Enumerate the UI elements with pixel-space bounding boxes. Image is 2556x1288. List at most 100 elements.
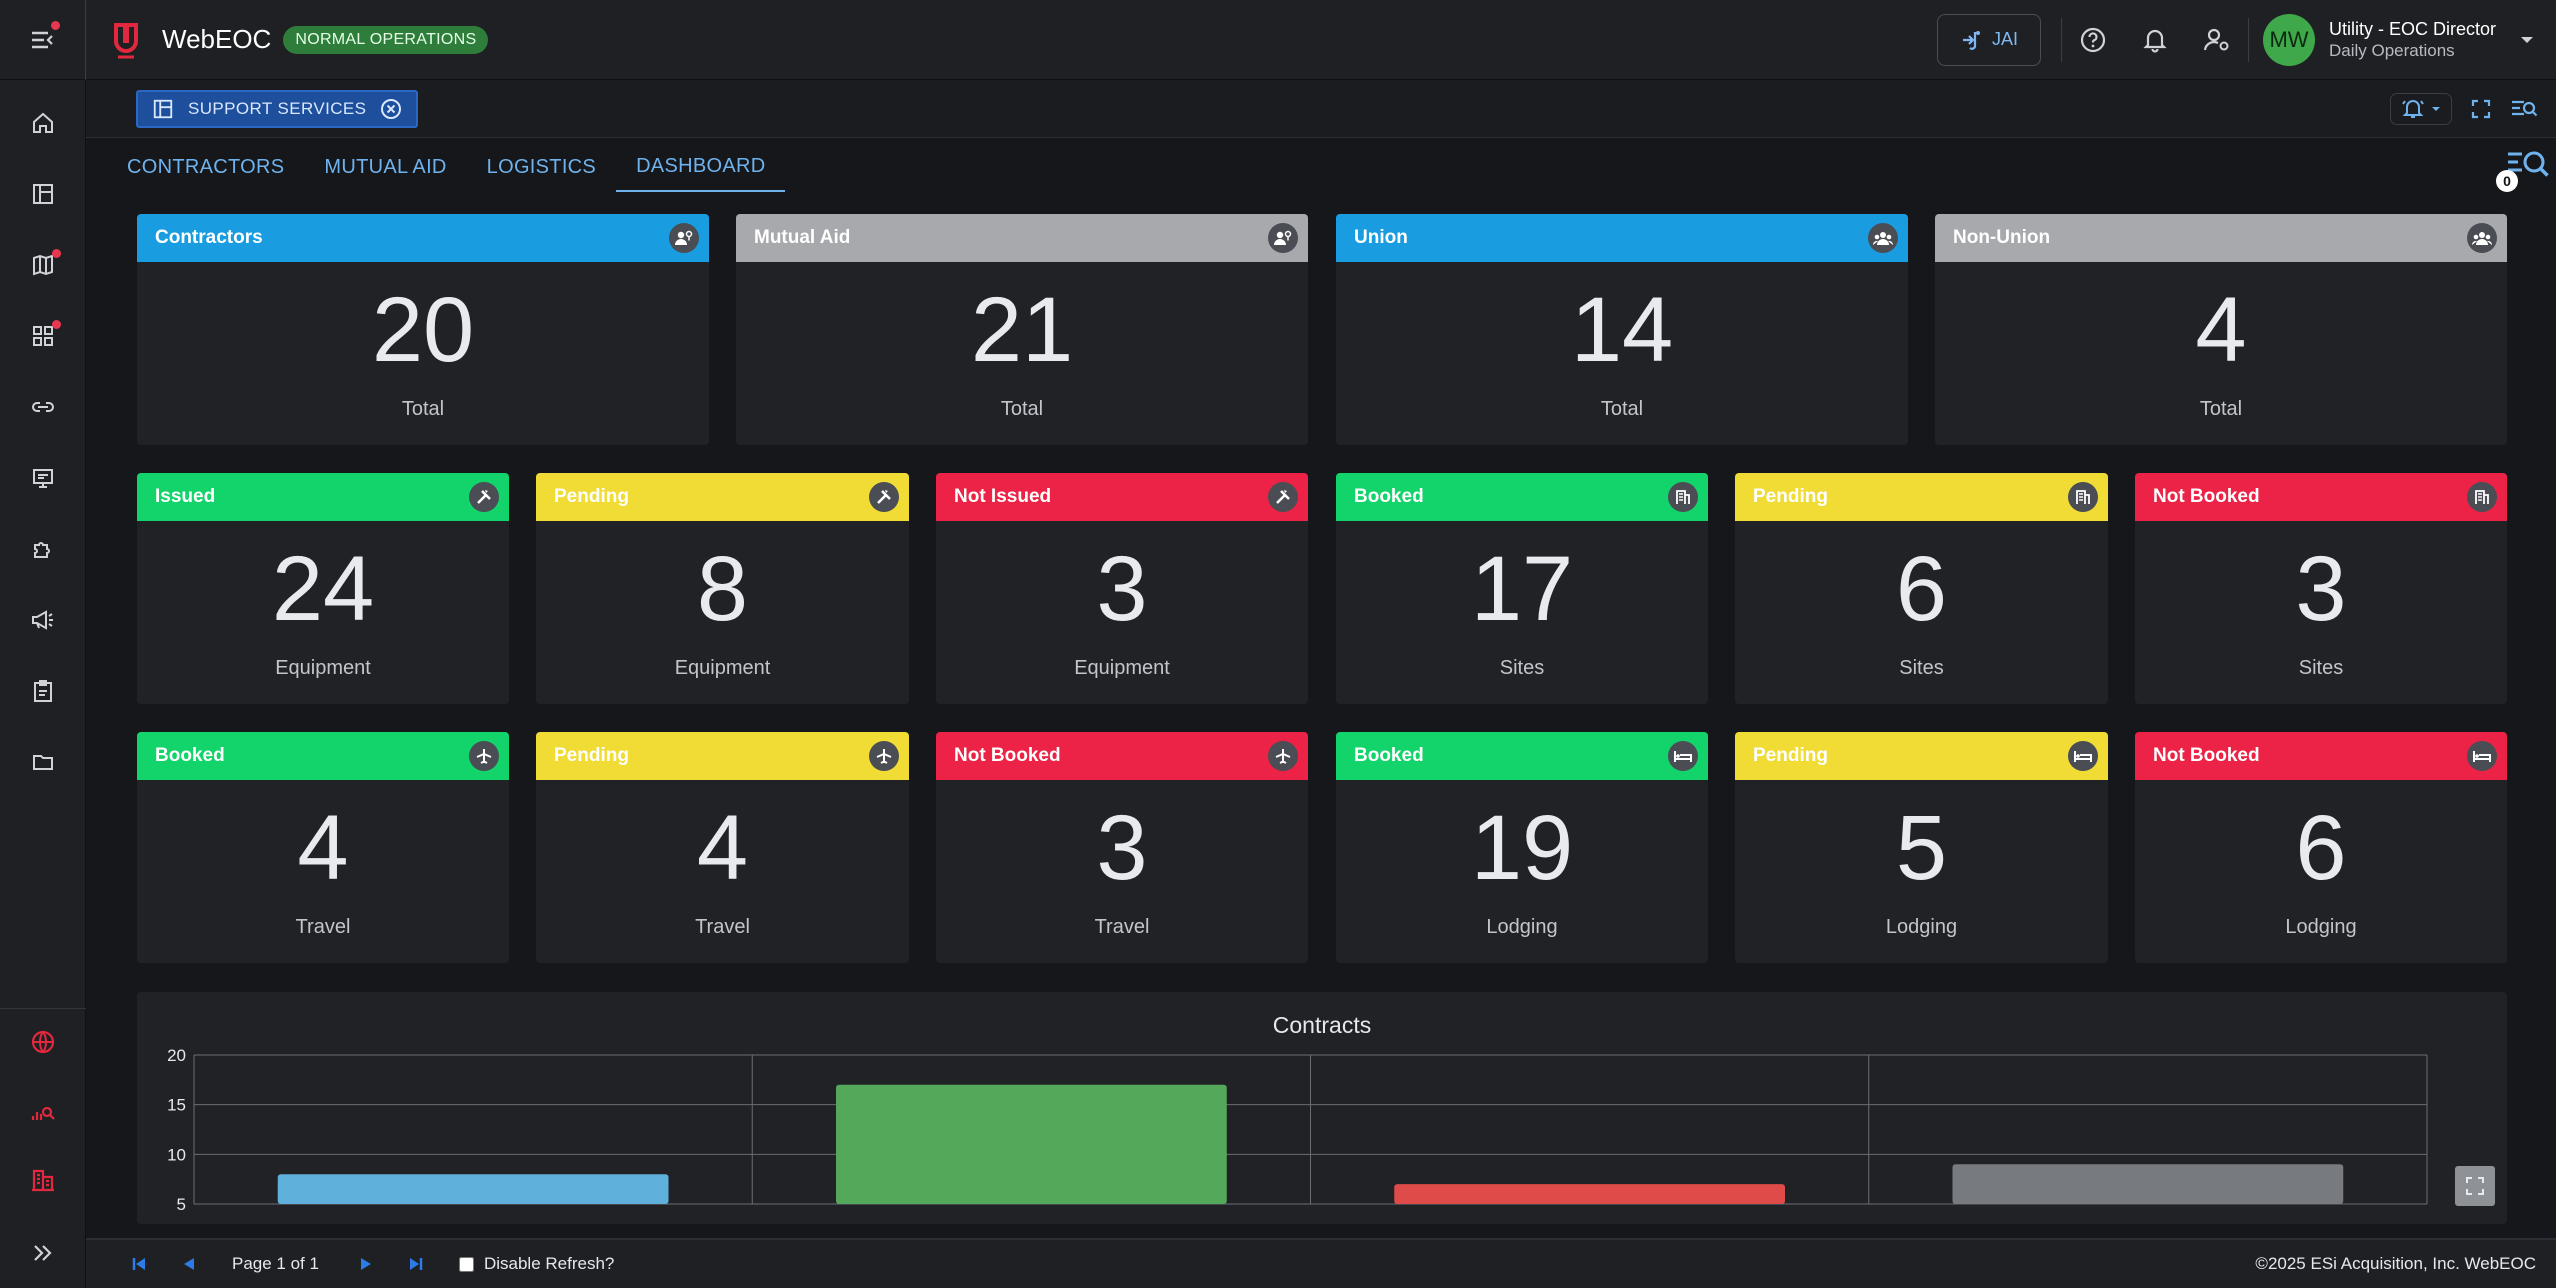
card-travel-pending[interactable]: Pending 4 Travel: [536, 732, 909, 963]
tab-logistics[interactable]: LOGISTICS: [467, 142, 616, 192]
disable-refresh-toggle[interactable]: Disable Refresh?: [458, 1254, 614, 1274]
sidebar-item-boards[interactable]: [0, 169, 86, 219]
sidebar-item-links[interactable]: [0, 382, 86, 432]
card-value: 3: [1096, 538, 1148, 640]
card-union[interactable]: Union 14 Total: [1336, 214, 1908, 445]
card-sites-not-booked[interactable]: Not Booked 3 Sites: [2135, 473, 2507, 704]
card-sites-pending[interactable]: Pending 6 Sites: [1735, 473, 2108, 704]
building-icon: [2068, 482, 2098, 512]
card-contractors[interactable]: Contractors 20 Total: [137, 214, 709, 445]
card-equipment-not-issued[interactable]: Not Issued 3 Equipment: [936, 473, 1308, 704]
board-tab-support-services[interactable]: SUPPORT SERVICES: [136, 89, 419, 128]
card-travel-booked[interactable]: Booked 4 Travel: [137, 732, 509, 963]
menu-toggle-button[interactable]: [0, 0, 86, 80]
building-icon: [2467, 482, 2497, 512]
tab-dashboard[interactable]: DASHBOARD: [616, 142, 786, 192]
sidebar-item-global[interactable]: [0, 1017, 86, 1067]
divider: [2247, 17, 2249, 62]
card-title: Booked: [1354, 745, 1424, 766]
help-button[interactable]: [2062, 0, 2124, 80]
user-incident: Daily Operations: [2328, 41, 2455, 61]
card-lodging-not-booked[interactable]: Not Booked 6 Lodging: [2135, 732, 2507, 963]
card-travel-not-booked[interactable]: Not Booked 3 Travel: [936, 732, 1308, 963]
sidebar-item-announcements[interactable]: [0, 595, 86, 645]
sidebar-expand-button[interactable]: [0, 1228, 86, 1278]
sidebar-item-displays[interactable]: [0, 453, 86, 503]
card-caption: Sites: [1499, 657, 1545, 679]
person-badge-icon: [669, 223, 699, 253]
webeoc-logo-icon: [114, 22, 138, 58]
card-title: Booked: [1354, 486, 1424, 507]
notification-dot: [51, 20, 60, 30]
card-mutual-aid[interactable]: Mutual Aid 21 Total: [736, 214, 1308, 445]
user-menu[interactable]: MW Utility - EOC Director Daily Operatio…: [2262, 0, 2556, 80]
jai-icon: [1962, 30, 1980, 50]
card-lodging-pending[interactable]: Pending 5 Lodging: [1735, 732, 2108, 963]
card-title: Pending: [554, 486, 629, 507]
chart-fullscreen-button[interactable]: [2455, 1166, 2495, 1206]
search-list-icon[interactable]: [2510, 98, 2538, 120]
sidebar-item-home[interactable]: [0, 98, 86, 148]
airplane-icon: [469, 741, 499, 771]
buildings-icon: [32, 1169, 54, 1192]
jai-button[interactable]: JAI: [1936, 13, 2041, 66]
card-title: Pending: [1753, 486, 1828, 507]
menu-collapse-icon: [31, 31, 53, 48]
sidebar: [0, 80, 86, 1288]
page-info: Page 1 of 1: [232, 1254, 319, 1273]
alert-bell-icon: [2402, 99, 2424, 118]
card-value: 19: [1470, 797, 1574, 899]
card-value: 14: [1570, 279, 1674, 381]
avatar: MW: [2262, 13, 2315, 66]
disable-refresh-checkbox[interactable]: [458, 1256, 474, 1272]
user-settings-button[interactable]: [2186, 0, 2248, 80]
sidebar-item-maps[interactable]: [0, 240, 86, 290]
sidebar-item-files[interactable]: [0, 737, 86, 787]
card-equipment-issued[interactable]: Issued 24 Equipment: [137, 473, 509, 704]
bed-icon: [1668, 741, 1698, 771]
group-icon: [2467, 223, 2497, 253]
folder-icon: [33, 755, 53, 770]
sidebar-item-checklists[interactable]: [0, 666, 86, 716]
card-title: Not Booked: [2153, 745, 2260, 766]
app-name: WebEOC: [162, 24, 272, 54]
card-title: Non-Union: [1953, 227, 2051, 248]
chart-bar: [1952, 1164, 2344, 1204]
tools-icon: [1268, 482, 1298, 512]
card-title: Not Issued: [954, 486, 1052, 507]
contracts-bar-chart: 20 15 10 5: [167, 1046, 2428, 1214]
airplane-icon: [869, 741, 899, 771]
card-value: 6: [1895, 538, 1948, 640]
fullscreen-icon[interactable]: [2470, 98, 2492, 120]
jai-label: JAI: [1991, 29, 2018, 49]
sidebar-item-organizations[interactable]: [0, 1155, 86, 1205]
first-page-button[interactable]: [114, 1244, 164, 1284]
last-page-button[interactable]: [391, 1244, 441, 1284]
bed-icon: [2068, 741, 2098, 771]
next-page-button[interactable]: [341, 1244, 391, 1284]
card-non-union[interactable]: Non-Union 4 Total: [1935, 214, 2507, 445]
notifications-button[interactable]: [2124, 0, 2186, 80]
card-lodging-booked[interactable]: Booked 19 Lodging: [1336, 732, 1708, 963]
sidebar-item-analytics[interactable]: [0, 1086, 86, 1136]
card-equipment-pending[interactable]: Pending 8 Equipment: [536, 473, 909, 704]
close-icon[interactable]: [380, 98, 402, 120]
plugin-icon: [34, 542, 50, 558]
previous-page-button[interactable]: [164, 1244, 214, 1284]
sidebar-item-plugins[interactable]: [0, 524, 86, 574]
card-sites-booked[interactable]: Booked 17 Sites: [1336, 473, 1708, 704]
megaphone-icon: [32, 610, 53, 630]
next-page-icon: [360, 1258, 371, 1270]
card-caption: Lodging: [2285, 916, 2357, 938]
map-icon: [33, 254, 53, 276]
card-title: Union: [1354, 227, 1408, 248]
card-caption: Total: [401, 398, 445, 420]
card-value: 24: [271, 538, 375, 640]
card-caption: Total: [1600, 398, 1644, 420]
tab-contractors[interactable]: CONTRACTORS: [107, 142, 304, 192]
sidebar-item-dashboards[interactable]: [0, 311, 86, 361]
card-value: 21: [970, 279, 1074, 381]
tab-mutual-aid[interactable]: MUTUAL AID: [304, 142, 466, 192]
alert-dropdown-button[interactable]: [2390, 92, 2452, 125]
expand-icon: [34, 1245, 52, 1261]
